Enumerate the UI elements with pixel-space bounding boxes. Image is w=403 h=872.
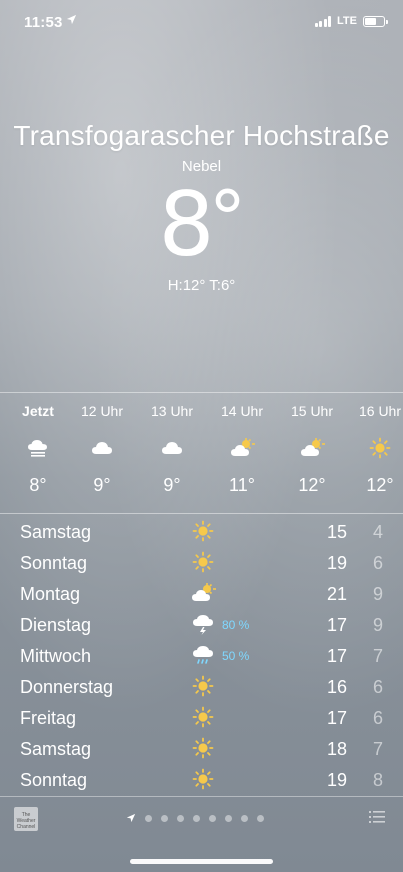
- page-dot[interactable]: [145, 814, 152, 822]
- status-right: LTE: [314, 15, 388, 27]
- low-temp: 7: [372, 739, 383, 759]
- hour-temp: 12°: [366, 475, 394, 495]
- partly-cloudy-icon: [190, 582, 216, 604]
- high-low: H:12° T:6°: [167, 277, 236, 294]
- day-name: Freitag: [20, 708, 77, 728]
- hour-item: Jetzt 8°: [8, 403, 68, 496]
- high-temp: 16: [326, 677, 347, 697]
- day-name: Donnerstag: [20, 677, 114, 697]
- hour-temp: 8°: [29, 475, 47, 495]
- signal-icon: [314, 15, 332, 27]
- page-dot[interactable]: [193, 814, 200, 822]
- sun-icon: [190, 706, 216, 728]
- day-name: Samstag: [20, 739, 92, 759]
- day-row: Sonntag 19 6: [0, 547, 403, 578]
- low-temp: 7: [372, 646, 383, 666]
- day-row: Donnerstag 16 6: [0, 671, 403, 702]
- high-temp: 19: [326, 770, 347, 790]
- hour-temp: 11°: [229, 475, 255, 495]
- location-arrow-icon: [66, 14, 77, 28]
- page-dot[interactable]: [209, 814, 216, 822]
- high-temp: 17: [326, 615, 347, 635]
- high-temp: 19: [326, 553, 347, 573]
- location-arrow-icon: [126, 813, 136, 823]
- day-name: Samstag: [20, 522, 92, 542]
- fog-icon: [8, 435, 68, 461]
- low-temp: 6: [372, 553, 383, 573]
- hour-label: 12 Uhr: [80, 403, 124, 419]
- low-temp: 9: [372, 584, 383, 604]
- hour-item: 14 Uhr 11°: [212, 403, 272, 496]
- partly-cloudy-icon: [282, 435, 342, 461]
- hour-item: 15 Uhr 12°: [282, 403, 342, 496]
- partly-cloudy-icon: [212, 435, 272, 461]
- weather-channel-logo[interactable]: The Weather Channel: [14, 807, 38, 831]
- current-weather: Transfogarascher Hochstraße Nebel 8° H:1…: [0, 120, 403, 294]
- precip-chance: 80 %: [222, 618, 250, 632]
- sun-icon: [190, 551, 216, 573]
- hour-label: 14 Uhr: [220, 403, 264, 419]
- hour-item: 13 Uhr 9°: [142, 403, 202, 496]
- high-temp: 18: [326, 739, 347, 759]
- hour-label: 15 Uhr: [290, 403, 334, 419]
- precip-chance: 50 %: [222, 649, 250, 663]
- rain-icon: [190, 644, 216, 666]
- cloud-icon: [72, 435, 132, 461]
- low-temp: 6: [372, 677, 383, 697]
- current-temperature: 8°: [158, 173, 247, 276]
- hour-label: 16 Uhr: [358, 403, 402, 419]
- page-dot[interactable]: [161, 814, 168, 822]
- day-row: Mittwoch 50 % 17 7: [0, 640, 403, 671]
- cloud-icon: [142, 435, 202, 461]
- city-name: Transfogarascher Hochstraße: [13, 120, 390, 151]
- hour-item: 16 Uhr 12°: [350, 403, 403, 496]
- hour-temp: 9°: [93, 475, 111, 495]
- day-name: Mittwoch: [20, 646, 92, 666]
- thunderstorm-icon: [190, 613, 216, 635]
- hourly-forecast[interactable]: Jetzt 8° 12 Uhr 9° 13 Uhr 9° 14 Uhr 11° …: [0, 392, 403, 514]
- day-row: Samstag 15 4: [0, 516, 403, 547]
- page-dot[interactable]: [177, 814, 184, 822]
- hour-item: 12 Uhr 9°: [72, 403, 132, 496]
- status-time: 11:53: [24, 14, 63, 31]
- page-dot[interactable]: [225, 814, 232, 822]
- high-temp: 15: [326, 522, 347, 542]
- day-row: Samstag 18 7: [0, 733, 403, 764]
- sun-icon: [190, 768, 216, 790]
- page-dot[interactable]: [241, 814, 248, 822]
- sun-icon: [190, 520, 216, 542]
- hour-temp: 9°: [163, 475, 181, 495]
- low-temp: 9: [372, 615, 383, 635]
- day-name: Sonntag: [20, 770, 88, 790]
- high-temp: 17: [326, 708, 347, 728]
- day-row: Sonntag 19 8: [0, 764, 403, 795]
- home-indicator[interactable]: [130, 859, 273, 864]
- day-row: Dienstag 80 % 17 9: [0, 609, 403, 640]
- list-icon[interactable]: [369, 811, 385, 823]
- hour-label: Jetzt: [22, 403, 54, 419]
- page-indicator[interactable]: [126, 813, 264, 823]
- day-row: Montag 21 9: [0, 578, 403, 609]
- high-temp: 21: [326, 584, 347, 604]
- hour-temp: 12°: [298, 475, 326, 495]
- day-name: Dienstag: [20, 615, 92, 635]
- high-temp: 17: [326, 646, 347, 666]
- low-temp: 6: [372, 708, 383, 728]
- low-temp: 4: [372, 522, 383, 542]
- sun-icon: [190, 675, 216, 697]
- bottom-toolbar: The Weather Channel: [0, 796, 403, 837]
- day-row: Freitag 17 6: [0, 702, 403, 733]
- low-temp: 8: [372, 770, 383, 790]
- day-name: Sonntag: [20, 553, 88, 573]
- battery-icon: [363, 15, 388, 27]
- network-label: LTE: [337, 15, 357, 27]
- sun-icon: [190, 737, 216, 759]
- page-dot[interactable]: [257, 814, 264, 822]
- day-name: Montag: [20, 584, 81, 604]
- status-bar: 11:53 LTE: [0, 0, 403, 44]
- hour-label: 13 Uhr: [150, 403, 194, 419]
- sun-icon: [350, 435, 403, 461]
